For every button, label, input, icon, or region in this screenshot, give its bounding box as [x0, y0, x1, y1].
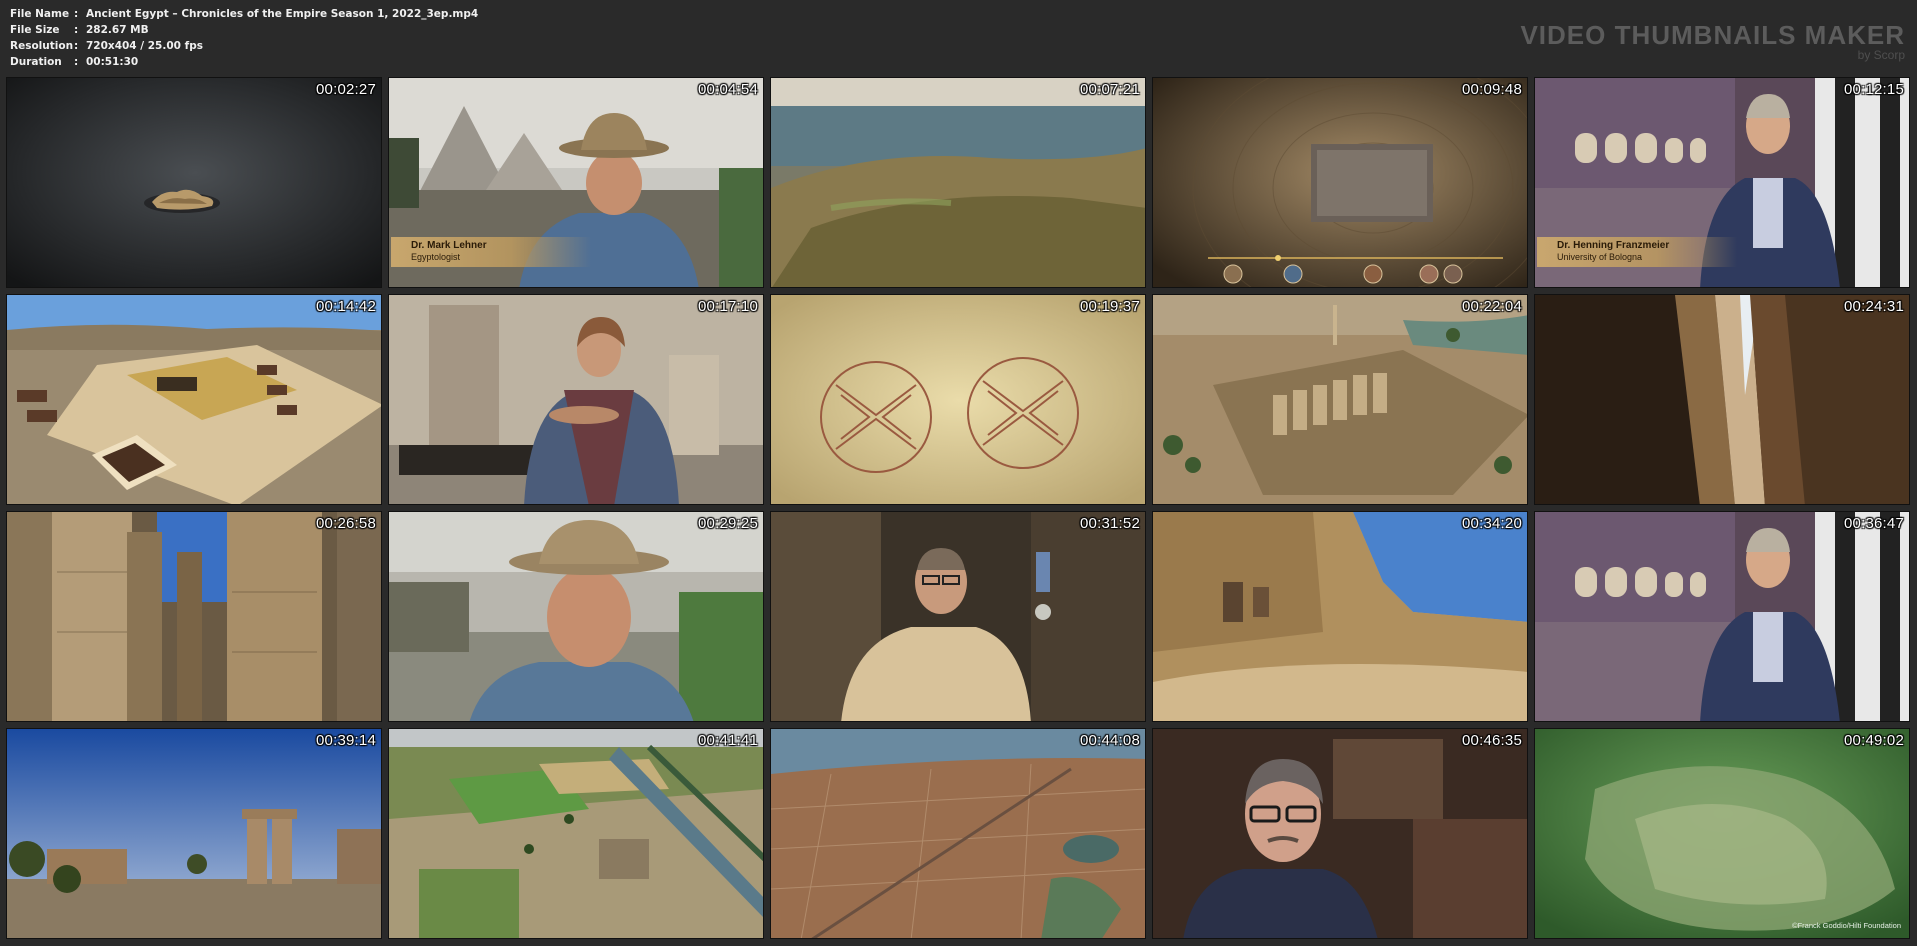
resolution-value: 720x404 / 25.00 fps [86, 40, 203, 52]
timecode: 00:41:41 [698, 732, 758, 749]
timecode: 00:24:31 [1844, 298, 1904, 315]
file-name-label: File Name [10, 8, 70, 20]
caption-name: Dr. Mark Lehner [411, 240, 487, 251]
thumbnail-19[interactable]: 00:46:35 [1152, 728, 1528, 939]
brand-watermark: VIDEO THUMBNAILS MAKER by Scorp [1520, 20, 1905, 62]
name-caption: Dr. Mark Lehner Egyptologist [391, 237, 591, 267]
timecode: 00:09:48 [1462, 81, 1522, 98]
frame-image [1153, 729, 1527, 938]
timecode: 00:17:10 [698, 298, 758, 315]
timecode: 00:07:21 [1080, 81, 1140, 98]
timecode: 00:19:37 [1080, 298, 1140, 315]
frame-image [1535, 512, 1909, 721]
file-name-row: File Name : Ancient Egypt – Chronicles o… [10, 6, 478, 22]
separator: : [74, 40, 79, 52]
file-size-value: 282.67 MB [86, 24, 149, 36]
frame-image [771, 78, 1145, 287]
thumbnail-15[interactable]: 00:36:47 [1534, 511, 1910, 722]
thumbnail-8[interactable]: 00:19:37 [770, 294, 1146, 505]
timecode: 00:34:20 [1462, 515, 1522, 532]
thumbnail-3[interactable]: 00:07:21 [770, 77, 1146, 288]
thumbnail-12[interactable]: 00:29:25 [388, 511, 764, 722]
timecode: 00:44:08 [1080, 732, 1140, 749]
frame-image [1153, 295, 1527, 504]
resolution-row: Resolution : 720x404 / 25.00 fps [10, 38, 478, 54]
thumbnail-sheet: File Name : Ancient Egypt – Chronicles o… [0, 0, 1917, 946]
timecode: 00:29:25 [698, 515, 758, 532]
frame-image [771, 512, 1145, 721]
frame-image [389, 512, 763, 721]
thumbnail-9[interactable]: 00:22:04 [1152, 294, 1528, 505]
thumbnail-17[interactable]: 00:41:41 [388, 728, 764, 939]
frame-image [7, 512, 381, 721]
timecode: 00:02:27 [316, 81, 376, 98]
thumbnail-grid: 00:02:27 Dr. Mark Lehner Egyptologist 00… [6, 77, 1910, 939]
timecode: 00:31:52 [1080, 515, 1140, 532]
copyright-credit: ©Franck Goddio/Hilti Foundation [1792, 921, 1901, 930]
brand-title: VIDEO THUMBNAILS MAKER [1520, 20, 1905, 50]
separator: : [74, 56, 79, 68]
frame-image [771, 729, 1145, 938]
frame-image [7, 729, 381, 938]
file-size-row: File Size : 282.67 MB [10, 22, 478, 38]
separator: : [74, 8, 79, 20]
thumbnail-1[interactable]: 00:02:27 [6, 77, 382, 288]
timecode: 00:26:58 [316, 515, 376, 532]
duration-value: 00:51:30 [86, 56, 139, 68]
frame-image [7, 295, 381, 504]
thumbnail-11[interactable]: 00:26:58 [6, 511, 382, 722]
caption-role: University of Bologna [1557, 252, 1643, 262]
timecode: 00:36:47 [1844, 515, 1904, 532]
caption-role: Egyptologist [411, 252, 461, 262]
frame-image [1153, 512, 1527, 721]
name-caption: Dr. Henning Franzmeier University of Bol… [1537, 237, 1737, 267]
thumbnail-4[interactable]: 00:09:48 [1152, 77, 1528, 288]
frame-image [1535, 295, 1909, 504]
frame-image [389, 295, 763, 504]
thumbnail-5[interactable]: Dr. Henning Franzmeier University of Bol… [1534, 77, 1910, 288]
thumbnail-20[interactable]: ©Franck Goddio/Hilti Foundation 00:49:02 [1534, 728, 1910, 939]
timecode: 00:49:02 [1844, 732, 1904, 749]
file-name-value: Ancient Egypt – Chronicles of the Empire… [86, 8, 479, 20]
thumbnail-7[interactable]: 00:17:10 [388, 294, 764, 505]
timecode: 00:22:04 [1462, 298, 1522, 315]
thumbnail-16[interactable]: 00:39:14 [6, 728, 382, 939]
brand-subtitle: by Scorp [1857, 48, 1905, 62]
thumbnail-13[interactable]: 00:31:52 [770, 511, 1146, 722]
caption-name: Dr. Henning Franzmeier [1557, 240, 1670, 251]
thumbnail-2[interactable]: Dr. Mark Lehner Egyptologist 00:04:54 [388, 77, 764, 288]
file-info: File Name : Ancient Egypt – Chronicles o… [10, 6, 478, 70]
timecode: 00:12:15 [1844, 81, 1904, 98]
timecode: 00:46:35 [1462, 732, 1522, 749]
duration-label: Duration [10, 56, 62, 68]
header: File Name : Ancient Egypt – Chronicles o… [0, 0, 1917, 74]
file-size-label: File Size [10, 24, 60, 36]
resolution-label: Resolution [10, 40, 74, 52]
thumbnail-14[interactable]: 00:34:20 [1152, 511, 1528, 722]
frame-image [1153, 78, 1527, 287]
timecode: 00:39:14 [316, 732, 376, 749]
timecode: 00:14:42 [316, 298, 376, 315]
separator: : [74, 24, 79, 36]
duration-row: Duration : 00:51:30 [10, 54, 478, 70]
thumbnail-10[interactable]: 00:24:31 [1534, 294, 1910, 505]
frame-image [771, 295, 1145, 504]
timecode: 00:04:54 [698, 81, 758, 98]
frame-image [1535, 729, 1909, 938]
frame-image [389, 729, 763, 938]
thumbnail-6[interactable]: 00:14:42 [6, 294, 382, 505]
thumbnail-18[interactable]: 00:44:08 [770, 728, 1146, 939]
frame-image [7, 78, 381, 287]
